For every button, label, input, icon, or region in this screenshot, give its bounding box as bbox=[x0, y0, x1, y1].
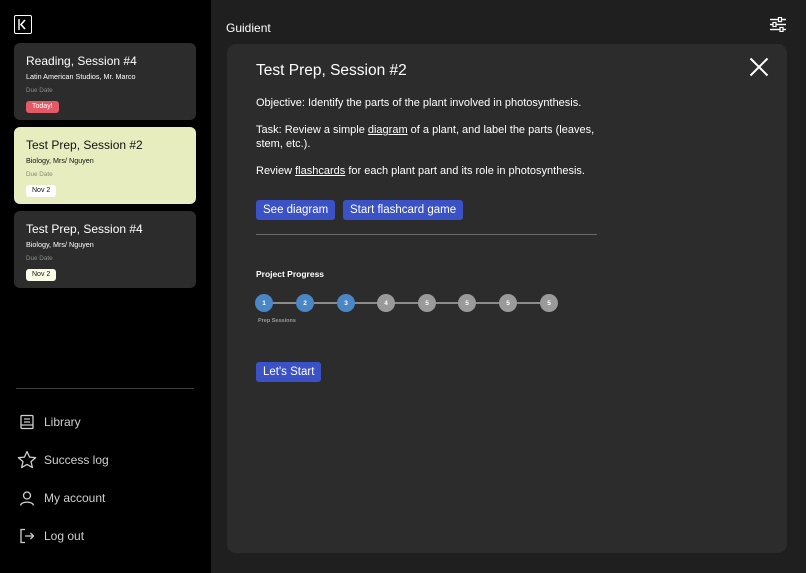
start-flashcard-game-button[interactable]: Start flashcard game bbox=[343, 200, 464, 220]
task-prefix: Task: Review a simple bbox=[256, 124, 368, 136]
task-text: Task: Review a simple diagram of a plant… bbox=[256, 124, 601, 151]
progress-step: 5 bbox=[458, 294, 476, 312]
flashcards-link[interactable]: flashcards bbox=[295, 165, 345, 177]
card-subtitle: Biology, Mrs/ Nguyen bbox=[26, 156, 94, 165]
book-icon bbox=[17, 412, 37, 432]
user-icon bbox=[17, 488, 37, 508]
logout-icon bbox=[17, 526, 37, 546]
card-title: Test Prep, Session #4 bbox=[26, 222, 143, 236]
card-title: Reading, Session #4 bbox=[26, 54, 137, 68]
progress-step: 5 bbox=[540, 294, 558, 312]
session-card-reading-4[interactable]: Reading, Session #4 Latin American Studi… bbox=[14, 43, 196, 120]
nav-item-my-account[interactable]: My account bbox=[17, 488, 105, 508]
nav-label: Log out bbox=[44, 529, 85, 543]
review-text: Review flashcards for each plant part an… bbox=[256, 165, 601, 179]
review-prefix: Review bbox=[256, 165, 296, 177]
card-title: Test Prep, Session #2 bbox=[26, 138, 143, 152]
progress-step: 3 bbox=[337, 294, 355, 312]
objective-text: Objective: Identify the parts of the pla… bbox=[256, 97, 582, 109]
card-subtitle: Biology, Mrs/ Nguyen bbox=[26, 240, 94, 249]
nav-item-success-log[interactable]: Success log bbox=[17, 450, 109, 470]
diagram-link[interactable]: diagram bbox=[368, 124, 408, 136]
sidebar-divider bbox=[16, 388, 194, 389]
session-card-testprep-2[interactable]: Test Prep, Session #2 Biology, Mrs/ Nguy… bbox=[14, 127, 196, 204]
card-due-label: Due Date bbox=[26, 255, 53, 262]
close-icon[interactable] bbox=[749, 57, 769, 77]
progress-step: 5 bbox=[418, 294, 436, 312]
progress-step: 1 bbox=[255, 294, 273, 312]
card-due-label: Due Date bbox=[26, 171, 53, 178]
card-subtitle: Latin American Studios, Mr. Marco bbox=[26, 72, 136, 81]
card-due-label: Due Date bbox=[26, 87, 53, 94]
star-icon bbox=[17, 450, 37, 470]
filter-settings-icon[interactable] bbox=[770, 16, 786, 33]
nav-item-library[interactable]: Library bbox=[17, 412, 81, 432]
nav-item-log-out[interactable]: Log out bbox=[17, 526, 84, 546]
session-detail-panel: Test Prep, Session #2 Objective: Identif… bbox=[227, 44, 787, 553]
due-badge: Nov 2 bbox=[26, 269, 57, 281]
session-card-testprep-4[interactable]: Test Prep, Session #4 Biology, Mrs/ Nguy… bbox=[14, 211, 196, 288]
review-suffix: for each plant part and its role in phot… bbox=[345, 165, 585, 177]
nav-label: My account bbox=[44, 491, 106, 505]
nav-label: Library bbox=[44, 415, 81, 429]
panel-divider bbox=[256, 234, 597, 235]
session-title: Test Prep, Session #2 bbox=[256, 62, 407, 79]
sidebar: Reading, Session #4 Latin American Studi… bbox=[0, 0, 211, 573]
due-badge: Today! bbox=[26, 101, 59, 113]
progress-title: Project Progress bbox=[256, 269, 325, 279]
lets-start-button[interactable]: Let's Start bbox=[256, 362, 322, 382]
progress-step: 2 bbox=[296, 294, 314, 312]
progress-caption: Prep Sessions bbox=[258, 318, 296, 324]
progress-step: 4 bbox=[377, 294, 395, 312]
see-diagram-button[interactable]: See diagram bbox=[256, 200, 336, 220]
app-name: Guidient bbox=[226, 21, 271, 35]
due-badge: Nov 2 bbox=[26, 185, 57, 197]
nav-label: Success log bbox=[44, 453, 109, 467]
progress-step: 5 bbox=[499, 294, 517, 312]
collapse-sidebar-icon[interactable] bbox=[14, 15, 32, 34]
